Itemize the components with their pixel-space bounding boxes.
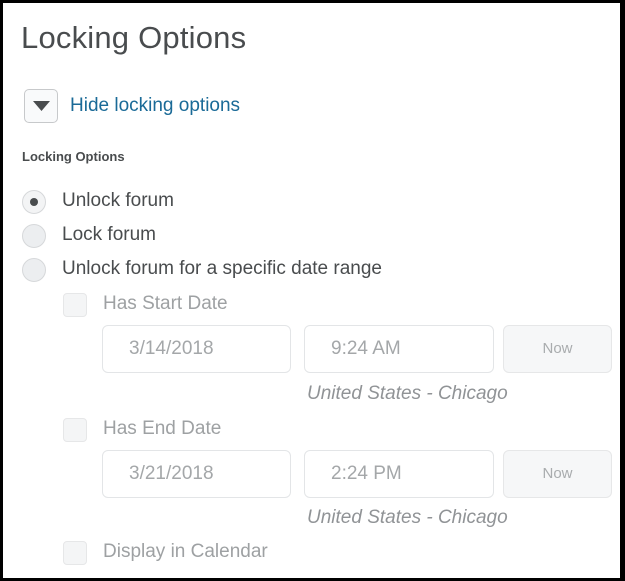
section-label: Locking Options (22, 149, 125, 164)
start-now-button[interactable]: Now (503, 325, 612, 373)
has-start-date-checkbox[interactable] (63, 293, 87, 317)
hide-locking-options-link[interactable]: Hide locking options (70, 95, 240, 117)
radio-label-unlock-forum[interactable]: Unlock forum (62, 190, 174, 212)
radio-unlock-forum[interactable] (22, 190, 46, 214)
radio-lock-forum[interactable] (22, 224, 46, 248)
page-title: Locking Options (21, 20, 247, 55)
has-end-date-label[interactable]: Has End Date (103, 418, 221, 440)
radio-selected-dot (30, 198, 38, 206)
start-time-input[interactable]: 9:24 AM (304, 325, 494, 373)
collapse-toggle-button[interactable] (24, 89, 58, 123)
has-end-date-checkbox[interactable] (63, 418, 87, 442)
end-timezone-label: United States - Chicago (307, 507, 508, 528)
display-in-calendar-checkbox[interactable] (63, 541, 87, 565)
start-date-input[interactable]: 3/14/2018 (102, 325, 291, 373)
start-timezone-label: United States - Chicago (307, 383, 508, 404)
end-now-button[interactable]: Now (503, 450, 612, 498)
has-start-date-label[interactable]: Has Start Date (103, 293, 228, 315)
radio-label-lock-forum[interactable]: Lock forum (62, 224, 156, 246)
radio-label-unlock-date-range[interactable]: Unlock forum for a specific date range (62, 258, 382, 280)
display-in-calendar-label[interactable]: Display in Calendar (103, 541, 268, 563)
end-time-input[interactable]: 2:24 PM (304, 450, 494, 498)
caret-down-icon (33, 101, 50, 111)
radio-unlock-date-range[interactable] (22, 258, 46, 282)
end-date-input[interactable]: 3/21/2018 (102, 450, 291, 498)
